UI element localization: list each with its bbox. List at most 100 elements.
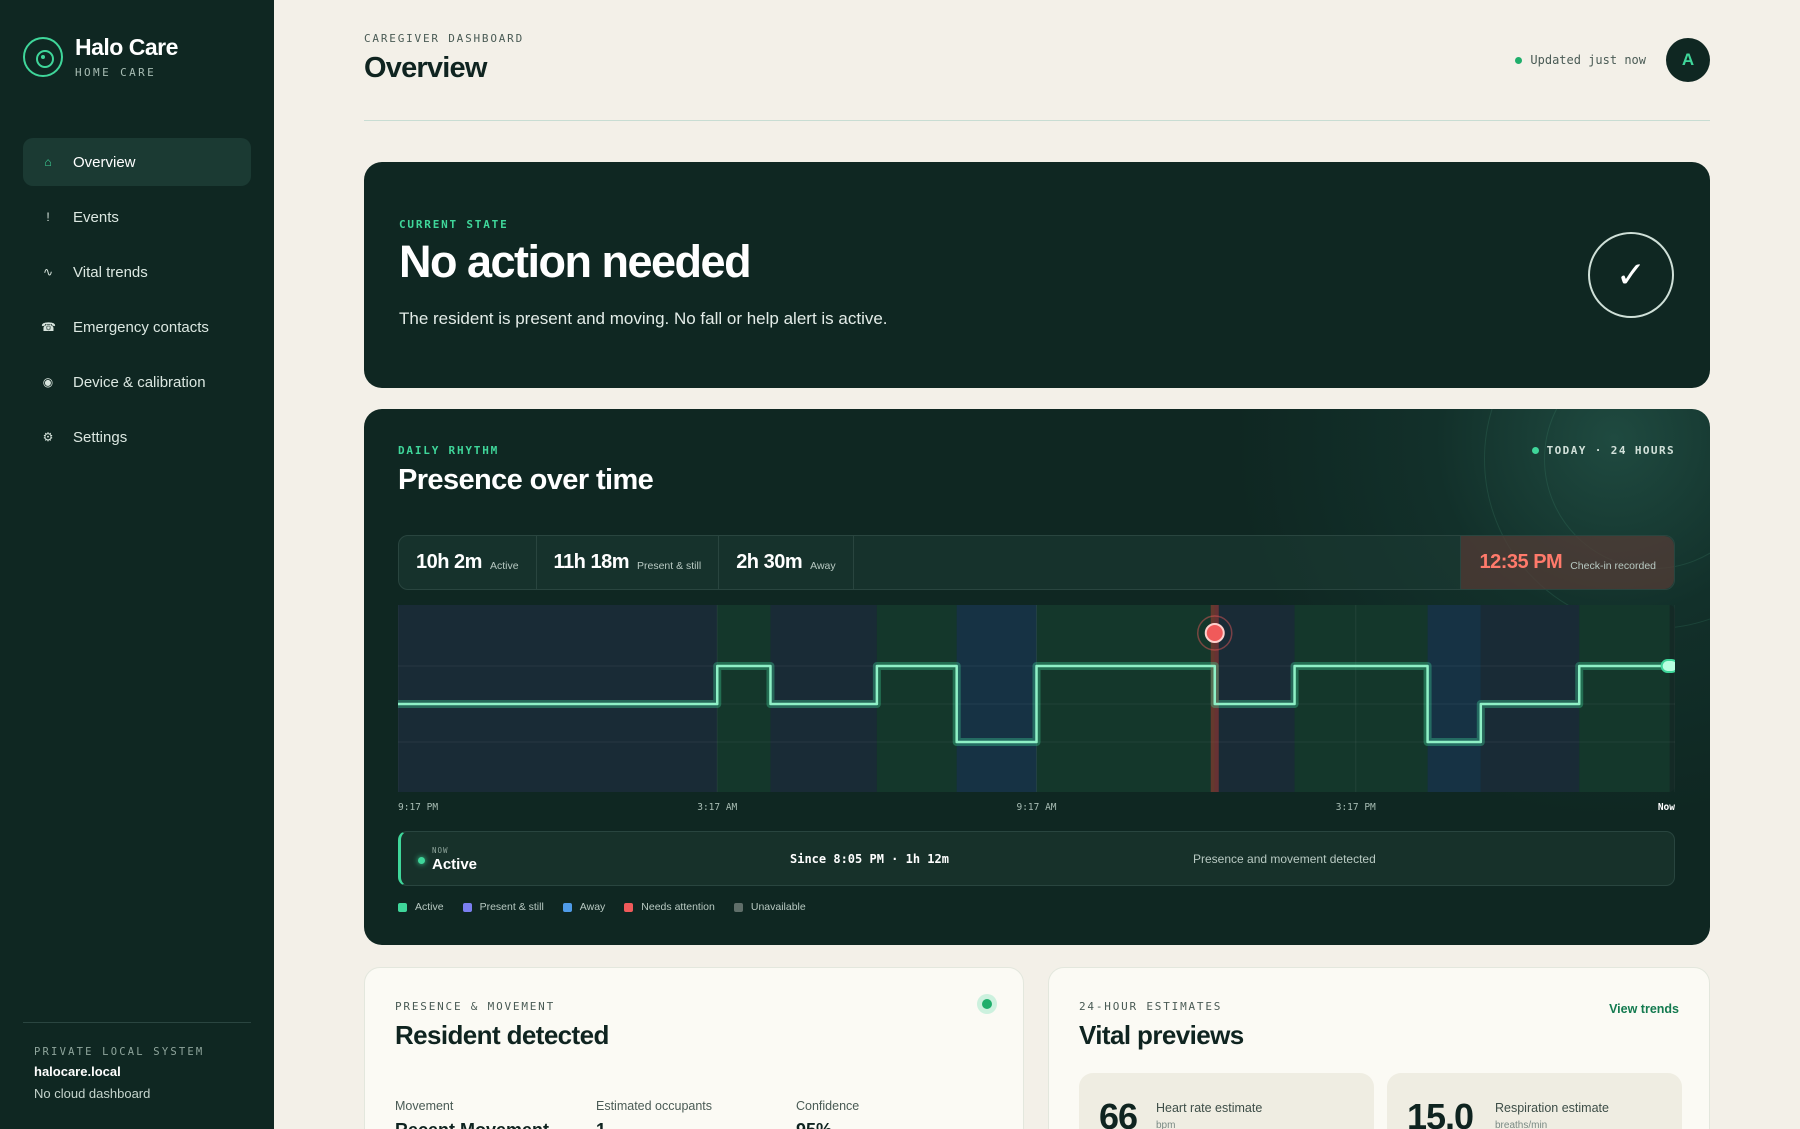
heart-rate-tile[interactable]: 66 Heart rate estimate bpm [1079,1073,1374,1129]
gear-icon: ⚙ [42,430,54,444]
attention-marker [1204,623,1225,643]
now-state: Active [432,856,478,873]
check-icon: ✓ [1588,232,1674,318]
chart-state-band [1214,605,1295,792]
chart-state-band [1427,605,1481,792]
brand[interactable]: Halo Care HOME CARE [23,34,178,79]
sidebar-item-label: Device & calibration [73,373,206,391]
chart-state-band [1294,605,1428,792]
now-label: NOW [432,846,449,855]
presence-stats: 10h 2m Active 11h 18m Present & still 2h… [398,535,1675,590]
stat-away: 2h 30m Away [719,536,854,589]
stat-value: 10h 2m [416,551,482,573]
now-detail: Presence and movement detected [1193,852,1376,866]
halo-logo-icon [23,36,63,77]
x-tick-label: Now [1658,802,1675,813]
respiration-value: 15.0 [1407,1096,1474,1129]
sidebar-nav: ⌂ Overview ! Events ∿ Vital trends ☎ Eme… [23,138,251,468]
chart-state-band [1036,605,1215,792]
sidebar-item-label: Vital trends [73,263,148,281]
system-host: halocare.local [34,1064,121,1079]
vitals-card: 24-HOUR ESTIMATES Vital previews View tr… [1048,967,1710,1129]
legend-label: Unavailable [750,901,806,913]
page-eyebrow: CAREGIVER DASHBOARD [364,32,525,45]
legend-swatch [398,902,407,912]
home-icon: ⌂ [44,155,52,169]
respiration-unit: breaths/min [1495,1120,1548,1129]
sidebar: Halo Care HOME CARE ⌂ Overview ! Events … [0,0,274,1129]
legend-item-needs-attention: Needs attention [624,901,715,913]
phone-icon: ☎ [41,320,56,334]
current-state-description: The resident is present and moving. No f… [399,309,888,328]
sidebar-item-events[interactable]: ! Events [23,193,251,241]
stat-check-in[interactable]: 12:35 PM Check-in recorded [1460,536,1674,589]
legend-label: Active [415,901,444,913]
daily-rhythm-card: DAILY RHYTHM Presence over time TODAY · … [364,409,1710,945]
chart-state-band [398,605,718,792]
system-note: No cloud dashboard [34,1086,151,1101]
chart-state-band [1480,605,1580,792]
stat-label: Present & still [636,559,702,572]
sensor-icon: ◉ [42,375,54,389]
presence-chart: 9:17 PM 3:17 AM 9:17 AM 3:17 PM Now [398,605,1675,817]
view-trends-link[interactable]: View trends [1609,1002,1679,1016]
legend-item-present-still: Present & still [462,901,544,913]
range-tag[interactable]: TODAY · 24 HOURS [1531,444,1675,457]
rhythm-title: Presence over time [398,464,654,496]
x-tick-label: 3:17 PM [1336,802,1376,813]
brand-subtitle: HOME CARE [75,66,157,79]
current-state-card: CURRENT STATE No action needed The resid… [364,162,1710,388]
x-tick-label: 9:17 PM [398,802,438,813]
movement-value: Recent Movement [395,1120,549,1129]
wave-icon: ∿ [42,265,54,279]
legend-label: Away [579,901,606,913]
occupants-value: 1 [596,1120,606,1129]
legend-item-unavailable: Unavailable [733,901,806,913]
chart-state-band [770,605,877,792]
presence-eyebrow: PRESENCE & MOVEMENT [395,1000,556,1013]
confidence-value: 95% [796,1120,832,1129]
heart-rate-value: 66 [1099,1096,1138,1129]
presence-pulse-icon [977,994,997,1014]
legend-item-active: Active [398,901,444,913]
stat-active: 10h 2m Active [399,536,537,589]
current-state-eyebrow: CURRENT STATE [399,218,509,231]
chart-state-band [1579,605,1670,792]
page-title: Overview [364,52,487,84]
range-tag-label: TODAY · 24 HOURS [1546,444,1675,457]
legend-swatch [624,902,634,912]
brand-name: Halo Care [75,34,178,60]
legend-item-away: Away [562,901,606,913]
stat-label: Active [489,559,519,572]
stat-label: Away [810,559,836,572]
chart-state-band [956,605,1037,792]
x-tick-label: 9:17 AM [1016,802,1056,813]
respiration-tile[interactable]: 15.0 Respiration estimate breaths/min [1387,1073,1682,1129]
stat-value: 11h 18m [553,551,630,573]
vitals-eyebrow: 24-HOUR ESTIMATES [1079,1000,1223,1013]
now-status-bar: NOW Active Since 8:05 PM · 1h 12m Presen… [398,831,1675,886]
sidebar-item-label: Emergency contacts [73,318,209,336]
active-dot-icon [418,857,425,864]
heart-rate-label: Heart rate estimate [1156,1101,1263,1115]
legend-label: Present & still [479,901,544,913]
sidebar-item-overview[interactable]: ⌂ Overview [23,138,251,186]
sidebar-item-label: Overview [73,153,136,171]
sidebar-item-settings[interactable]: ⚙ Settings [23,413,251,461]
legend-swatch [562,902,572,912]
presence-card: PRESENCE & MOVEMENT Resident detected Mo… [364,967,1024,1129]
vitals-title: Vital previews [1079,1020,1244,1050]
chart-state-band [876,605,957,792]
stat-present-still: 11h 18m Present & still [537,536,720,589]
page-header: CAREGIVER DASHBOARD Overview Updated jus… [364,0,1710,121]
sidebar-item-label: Settings [73,428,128,446]
sidebar-item-vital-trends[interactable]: ∿ Vital trends [23,248,251,296]
legend-swatch [462,902,472,912]
sidebar-item-device-calibration[interactable]: ◉ Device & calibration [23,358,251,406]
legend-swatch [733,902,743,912]
live-dot-icon [1531,447,1539,454]
chart-state-band [717,605,771,792]
avatar[interactable]: A [1666,38,1710,82]
sidebar-item-emergency-contacts[interactable]: ☎ Emergency contacts [23,303,251,351]
system-label: PRIVATE LOCAL SYSTEM [34,1046,205,1058]
